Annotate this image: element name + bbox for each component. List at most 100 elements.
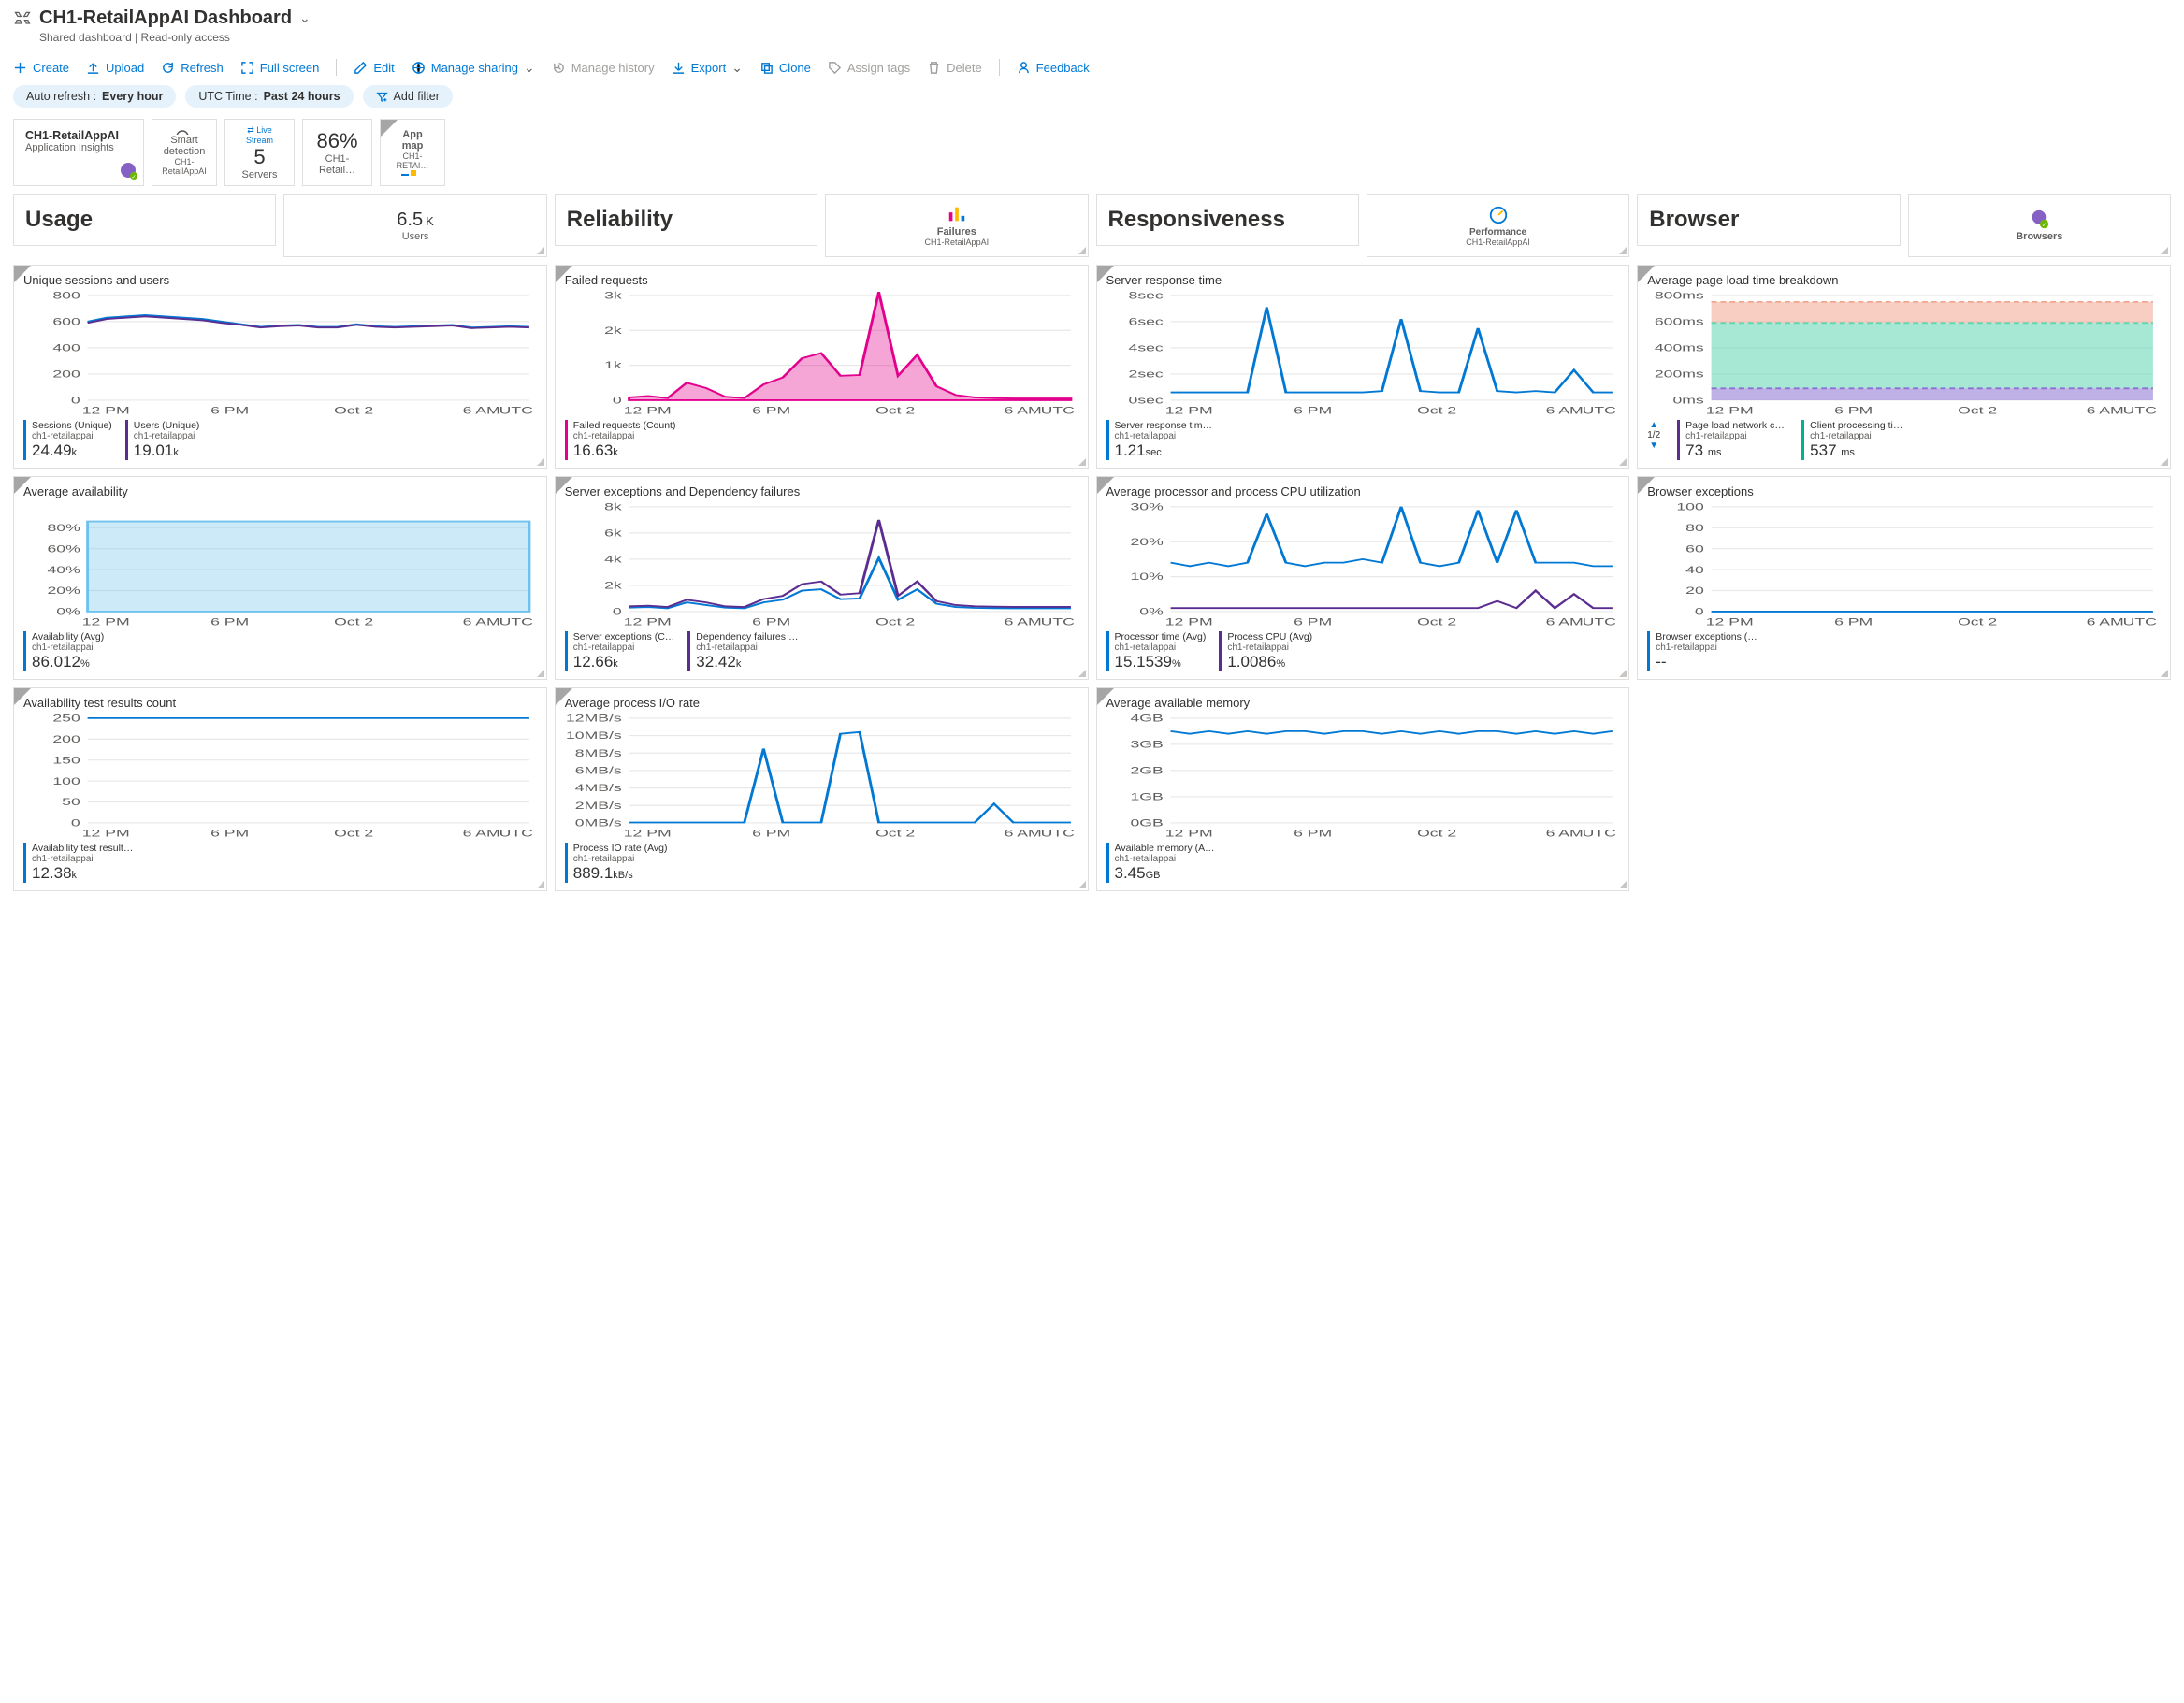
time-range-pill[interactable]: UTC Time : Past 24 hours [185, 85, 353, 108]
pager[interactable]: ▲1/2▼ [1647, 420, 1660, 460]
create-button[interactable]: Create [13, 61, 69, 75]
svg-text:6 PM: 6 PM [752, 829, 790, 839]
manage-sharing-button[interactable]: Manage sharing ⌄ [412, 60, 535, 76]
svg-text:6 PM: 6 PM [210, 617, 249, 628]
usage-header: Usage [13, 194, 276, 246]
svg-text:200ms: 200ms [1655, 369, 1704, 381]
svg-text:250: 250 [52, 714, 80, 725]
svg-text:60: 60 [1685, 543, 1704, 555]
svg-text:6 PM: 6 PM [752, 617, 790, 628]
refresh-button[interactable]: Refresh [161, 61, 224, 75]
svg-text:6 AM: 6 AM [1545, 406, 1583, 416]
svg-text:20%: 20% [1130, 537, 1163, 548]
svg-text:60%: 60% [47, 543, 80, 555]
svg-text:4k: 4k [604, 555, 622, 566]
svg-text:Oct 2: Oct 2 [1417, 617, 1456, 628]
svg-text:2k: 2k [604, 325, 622, 337]
svg-text:6 AM: 6 AM [1004, 406, 1041, 416]
export-button[interactable]: Export ⌄ [672, 60, 743, 76]
server-exceptions-tile[interactable]: Server exceptions and Dependency failure… [555, 476, 1089, 680]
svg-text:UTC: UTC [1582, 829, 1616, 839]
toolbar: Create Upload Refresh Full screen Edit M… [13, 53, 2171, 85]
browser-exceptions-tile[interactable]: Browser exceptions 02040608010012 PM6 PM… [1637, 476, 2171, 680]
svg-text:10%: 10% [1130, 571, 1163, 583]
svg-text:800ms: 800ms [1655, 291, 1704, 302]
io-rate-tile[interactable]: Average process I/O rate 0MB/s2MB/s4MB/s… [555, 687, 1089, 891]
svg-text:10MB/s: 10MB/s [566, 730, 622, 742]
server-response-time-tile[interactable]: Server response time 0sec2sec4sec6sec8se… [1096, 265, 1630, 469]
delete-button: Delete [927, 61, 982, 75]
svg-text:50: 50 [62, 797, 80, 808]
cpu-utilization-tile[interactable]: Average processor and process CPU utiliz… [1096, 476, 1630, 680]
fullscreen-button[interactable]: Full screen [240, 61, 320, 75]
availability-tile[interactable]: Average availability 0%20%40%60%80%12 PM… [13, 476, 547, 680]
edit-button[interactable]: Edit [354, 61, 394, 75]
upload-button[interactable]: Upload [86, 61, 144, 75]
availability-test-tile[interactable]: Availability test results count 05010015… [13, 687, 547, 891]
svg-text:12 PM: 12 PM [82, 617, 130, 628]
svg-text:6 PM: 6 PM [1294, 406, 1332, 416]
svg-text:8MB/s: 8MB/s [575, 748, 622, 759]
smart-detection-tile[interactable]: Smart detection CH1-RetailAppAI [152, 119, 217, 186]
performance-icon [1488, 205, 1509, 225]
svg-text:6 AM: 6 AM [2087, 406, 2124, 416]
svg-text:12 PM: 12 PM [1706, 406, 1754, 416]
failures-tile[interactable]: Failures CH1-RetailAppAI [825, 194, 1088, 257]
svg-text:0: 0 [613, 607, 622, 618]
auto-refresh-pill[interactable]: Auto refresh : Every hour [13, 85, 176, 108]
svg-text:0MB/s: 0MB/s [575, 818, 622, 830]
svg-text:12 PM: 12 PM [1164, 617, 1212, 628]
browsers-icon: ✓ [2029, 209, 2049, 229]
unique-sessions-tile[interactable]: Unique sessions and users 02004006008001… [13, 265, 547, 469]
users-tile[interactable]: 6.5 K Users [283, 194, 546, 257]
svg-text:8sec: 8sec [1128, 291, 1163, 302]
svg-text:Oct 2: Oct 2 [875, 617, 915, 628]
svg-text:2k: 2k [604, 581, 622, 592]
page-load-time-tile[interactable]: Average page load time breakdown 0ms200m… [1637, 265, 2171, 469]
chevron-down-icon[interactable]: ⌄ [299, 10, 311, 26]
browsers-tile[interactable]: ✓ Browsers [1908, 194, 2171, 257]
svg-text:4MB/s: 4MB/s [575, 783, 622, 794]
svg-text:4sec: 4sec [1128, 343, 1163, 354]
svg-text:UTC: UTC [1582, 617, 1616, 628]
clone-button[interactable]: Clone [759, 61, 811, 75]
svg-text:600: 600 [52, 317, 80, 328]
svg-text:6 PM: 6 PM [1294, 617, 1332, 628]
svg-text:8k: 8k [604, 502, 622, 513]
app-insights-tile[interactable]: CH1-RetailAppAI Application Insights ✓ [13, 119, 144, 186]
svg-text:0%: 0% [56, 607, 80, 618]
svg-text:Oct 2: Oct 2 [334, 829, 373, 839]
svg-text:800: 800 [52, 291, 80, 302]
recycle-icon [13, 9, 32, 28]
app-map-tile[interactable]: App map CH1-RETAI… [380, 119, 445, 186]
svg-text:UTC: UTC [1040, 406, 1075, 416]
svg-text:0: 0 [1695, 607, 1704, 618]
svg-text:Oct 2: Oct 2 [1958, 617, 1997, 628]
failures-icon [947, 204, 967, 224]
svg-text:150: 150 [52, 755, 80, 766]
svg-text:6 AM: 6 AM [463, 829, 500, 839]
failed-requests-tile[interactable]: Failed requests 01k2k3k12 PM6 PMOct 26 A… [555, 265, 1089, 469]
svg-text:2MB/s: 2MB/s [575, 801, 622, 812]
live-stream-tile[interactable]: ⇄ Live Stream 5 Servers [224, 119, 295, 186]
svg-text:12 PM: 12 PM [623, 829, 671, 839]
feedback-button[interactable]: Feedback [1017, 61, 1090, 75]
svg-text:6 PM: 6 PM [210, 829, 249, 839]
svg-text:2sec: 2sec [1128, 369, 1163, 381]
reliability-header: Reliability [555, 194, 817, 246]
svg-text:6 AM: 6 AM [463, 406, 500, 416]
svg-text:6 PM: 6 PM [210, 406, 249, 416]
svg-text:6 AM: 6 AM [1004, 829, 1041, 839]
svg-text:Oct 2: Oct 2 [875, 406, 915, 416]
memory-tile[interactable]: Average available memory 0GB1GB2GB3GB4GB… [1096, 687, 1630, 891]
svg-text:1k: 1k [604, 360, 622, 371]
svg-text:12 PM: 12 PM [82, 406, 130, 416]
svg-text:1GB: 1GB [1130, 792, 1164, 803]
percent-tile[interactable]: 86% CH1-Retail… [302, 119, 372, 186]
performance-tile[interactable]: Performance CH1-RetailAppAI [1367, 194, 1629, 257]
svg-text:6 AM: 6 AM [463, 617, 500, 628]
svg-text:UTC: UTC [1040, 829, 1075, 839]
dashboard-subtitle: Shared dashboard | Read-only access [39, 31, 2171, 44]
svg-text:12 PM: 12 PM [1706, 617, 1754, 628]
add-filter-pill[interactable]: Add filter [363, 85, 453, 108]
